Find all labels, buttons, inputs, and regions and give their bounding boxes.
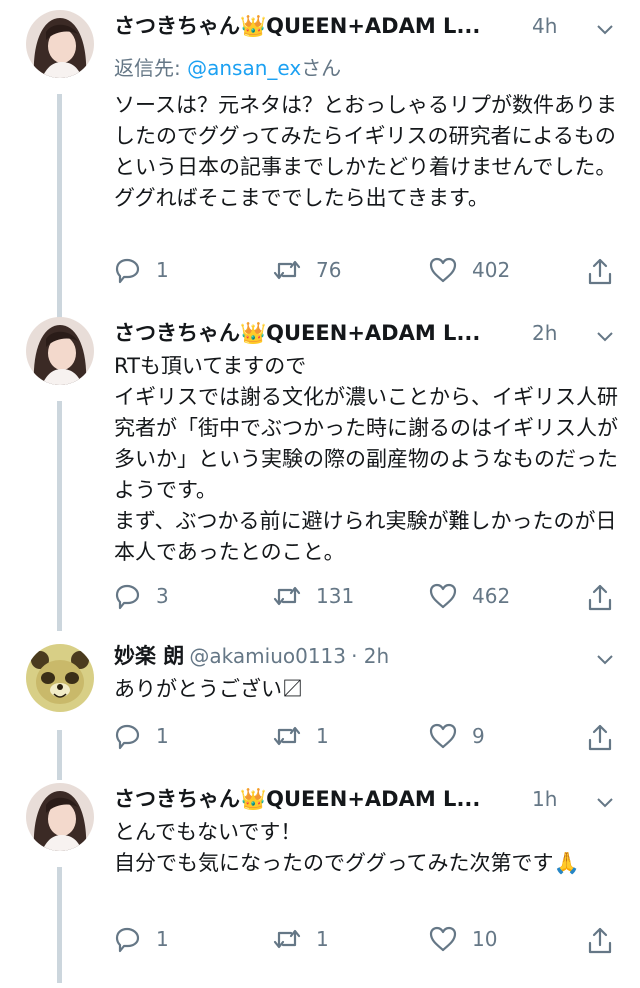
like-count: 9 xyxy=(472,724,485,748)
reply-to-prefix: 返信先: xyxy=(114,56,188,80)
retweet-count: 131 xyxy=(316,584,355,608)
reply-icon xyxy=(115,258,140,284)
heart-icon xyxy=(429,926,457,952)
retweet-count: 1 xyxy=(316,724,329,748)
avatar[interactable] xyxy=(26,317,94,385)
timestamp[interactable]: 2h xyxy=(532,321,557,345)
avatar-photo-icon xyxy=(26,10,94,78)
share-button[interactable] xyxy=(585,720,615,756)
chevron-down-icon[interactable] xyxy=(596,331,614,343)
retweet-count: 76 xyxy=(316,258,342,282)
tweet-3[interactable]: 妙楽 朗 @akamiuo0113 · 2h ありがとうござい〼 1 1 9 xyxy=(0,640,640,780)
tweet-text: RTも頂いてますので イギリスでは謝る文化が濃いことから、イギリス人研究者が「街… xyxy=(114,354,618,564)
reply-count: 3 xyxy=(156,584,169,608)
display-name[interactable]: さつきちゃん👑QUEEN+ADAM L... xyxy=(114,14,480,38)
reply-count: 1 xyxy=(156,258,169,282)
avatar[interactable] xyxy=(26,10,94,78)
like-button[interactable]: 9 xyxy=(428,718,485,754)
share-icon xyxy=(588,724,612,751)
like-button[interactable]: 462 xyxy=(428,578,510,614)
tweet-actions: 3 131 462 xyxy=(0,578,640,618)
avatar[interactable] xyxy=(26,783,94,851)
chevron-down-icon[interactable] xyxy=(596,654,614,666)
reply-to-mention[interactable]: @ansan_ex xyxy=(187,56,301,80)
tweet-text: ソースは？元ネタは？とおっしゃるリプが数件ありましたのでググってみたらイギリスの… xyxy=(114,93,617,210)
like-count: 10 xyxy=(472,927,498,951)
retweet-count: 1 xyxy=(316,927,329,951)
reply-to-suffix: さん xyxy=(301,56,342,80)
reply-icon xyxy=(115,584,140,610)
tweet-2[interactable]: さつきちゃん👑QUEEN+ADAM L... 2h RTも頂いてますので イギリ… xyxy=(0,317,640,632)
share-button[interactable] xyxy=(585,254,615,290)
tweet-4[interactable]: さつきちゃん👑QUEEN+ADAM L... 1h とんでもないです！ 自分でも… xyxy=(0,783,640,983)
user-handle[interactable]: @akamiuo0113 xyxy=(189,644,346,668)
display-name[interactable]: さつきちゃん👑QUEEN+ADAM L... xyxy=(114,321,480,345)
chevron-down-icon[interactable] xyxy=(596,24,614,36)
like-count: 402 xyxy=(472,258,511,282)
retweet-button[interactable]: 131 xyxy=(272,578,354,614)
bear-avatar-icon xyxy=(26,644,94,712)
retweet-button[interactable]: 1 xyxy=(272,718,329,754)
display-name[interactable]: 妙楽 朗 xyxy=(114,644,184,668)
reply-button[interactable]: 1 xyxy=(112,921,169,957)
like-count: 462 xyxy=(472,584,511,608)
reply-button[interactable]: 1 xyxy=(112,252,169,288)
share-button[interactable] xyxy=(585,923,615,959)
tweet-text: ありがとうござい〼 xyxy=(114,677,303,701)
like-button[interactable]: 402 xyxy=(428,252,510,288)
timestamp[interactable]: 4h xyxy=(532,14,557,38)
reply-to-line: 返信先: @ansan_exさん xyxy=(114,52,341,81)
like-button[interactable]: 10 xyxy=(428,921,497,957)
retweet-icon xyxy=(273,260,301,280)
display-name[interactable]: さつきちゃん👑QUEEN+ADAM L... xyxy=(114,787,480,811)
share-icon xyxy=(588,927,612,954)
tweet-1[interactable]: さつきちゃん👑QUEEN+ADAM L... 4h 返信先: @ansan_ex… xyxy=(0,10,640,319)
heart-icon xyxy=(429,723,457,749)
avatar-photo-icon xyxy=(26,783,94,851)
share-button[interactable] xyxy=(585,580,615,616)
heart-icon xyxy=(429,257,457,283)
reply-count: 1 xyxy=(156,724,169,748)
reply-button[interactable]: 3 xyxy=(112,578,169,614)
reply-count: 1 xyxy=(156,927,169,951)
retweet-icon xyxy=(273,929,301,949)
reply-icon xyxy=(115,724,140,750)
avatar-photo-icon xyxy=(26,317,94,385)
tweet-text: とんでもないです！ 自分でも気になったのでググってみた次第です🙏 xyxy=(114,820,580,875)
tweet-actions: 1 1 10 xyxy=(0,921,640,961)
timestamp[interactable]: · 2h xyxy=(351,644,389,668)
timestamp[interactable]: 1h xyxy=(532,787,557,811)
chevron-down-icon[interactable] xyxy=(596,797,614,809)
share-icon xyxy=(588,258,612,285)
reply-icon xyxy=(115,927,140,953)
heart-icon xyxy=(429,583,457,609)
avatar[interactable] xyxy=(26,644,94,712)
tweet-actions: 1 1 9 xyxy=(0,718,640,758)
retweet-icon xyxy=(273,726,301,746)
retweet-icon xyxy=(273,586,301,606)
reply-button[interactable]: 1 xyxy=(112,718,169,754)
retweet-button[interactable]: 76 xyxy=(272,252,341,288)
tweet-actions: 1 76 402 xyxy=(0,252,640,292)
retweet-button[interactable]: 1 xyxy=(272,921,329,957)
share-icon xyxy=(588,584,612,611)
